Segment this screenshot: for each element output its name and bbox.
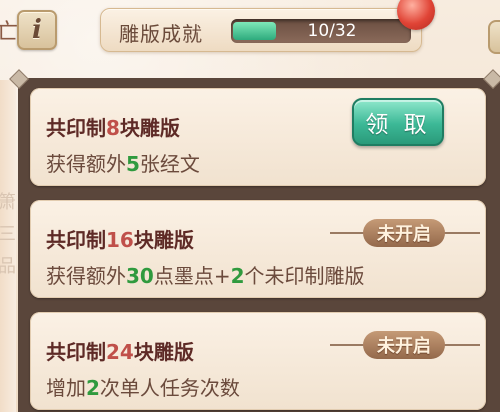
title-prefix: 共印制 (46, 116, 106, 140)
achievement-card-8: 共印制8块雕版 获得额外5张经文 领 取 (30, 88, 486, 186)
reward-text: 张经文 (139, 152, 200, 176)
reward-amount: 5 (126, 152, 140, 176)
title-suffix: 块雕版 (119, 116, 180, 140)
reward-prefix: 获得额外 (46, 152, 126, 176)
progress-label: 雕版成就 (119, 22, 203, 46)
background-side-strip: 箫 三 品 (0, 80, 16, 412)
reward-amount-2: 2 (230, 264, 245, 288)
achievement-reward: 获得额外30点墨点+2个未印制雕版 (46, 260, 365, 289)
achievement-screen: 亡 i 雕版成就 10/32 箫 三 品 共印制8块雕版 获得额外5张经文 领 … (0, 0, 500, 412)
achievement-reward: 增加2次单人任务次数 (46, 372, 240, 401)
info-button[interactable]: i (17, 10, 57, 50)
reward-amount: 2 (86, 376, 100, 400)
reward-suffix: 个未印制雕版 (244, 264, 365, 288)
locked-badge-pill: 未开启 (363, 219, 445, 247)
badge-line-left (330, 232, 366, 234)
side-char: 品 (0, 256, 16, 277)
info-icon: i (32, 15, 42, 45)
title-suffix: 块雕版 (133, 228, 194, 252)
locked-badge-label: 未开启 (377, 336, 431, 357)
achievement-title: 共印制24块雕版 (46, 336, 194, 365)
side-char: 箫 (0, 192, 16, 213)
title-count: 16 (106, 228, 134, 252)
achievement-title: 共印制16块雕版 (46, 224, 194, 253)
claim-button-label: 领 取 (365, 112, 431, 138)
achievement-card-16: 共印制16块雕版 获得额外30点墨点+2个未印制雕版 未开启 (30, 200, 486, 298)
reward-amount: 30 (126, 264, 154, 288)
claim-button[interactable]: 领 取 (352, 98, 444, 146)
title-prefix: 共印制 (46, 340, 106, 364)
locked-status-badge: 未开启 (330, 216, 480, 250)
title-prefix: 共印制 (46, 228, 106, 252)
achievement-title: 共印制8块雕版 (46, 112, 180, 141)
achievement-reward: 获得额外5张经文 (46, 148, 200, 177)
locked-badge-pill: 未开启 (363, 331, 445, 359)
title-count: 8 (106, 116, 120, 140)
title-count: 24 (106, 340, 134, 364)
close-button[interactable] (488, 20, 500, 54)
partial-text-glyph: 亡 (0, 20, 19, 45)
locked-badge-label: 未开启 (377, 224, 431, 245)
title-suffix: 块雕版 (133, 340, 194, 364)
progress-bar: 10/32 (231, 19, 411, 43)
side-char: 三 (0, 224, 16, 245)
progress-count: 10/32 (307, 21, 357, 41)
reward-text: 点墨点+ (153, 264, 231, 288)
badge-line-right (442, 344, 480, 346)
achievement-progress-plaque: 雕版成就 10/32 (100, 8, 422, 52)
reward-text: 次单人任务次数 (99, 376, 240, 400)
achievement-card-24: 共印制24块雕版 增加2次单人任务次数 未开启 (30, 312, 486, 410)
locked-status-badge: 未开启 (330, 328, 480, 362)
badge-line-left (330, 344, 366, 346)
badge-line-right (442, 232, 480, 234)
reward-prefix: 增加 (46, 376, 86, 400)
reward-prefix: 获得额外 (46, 264, 126, 288)
